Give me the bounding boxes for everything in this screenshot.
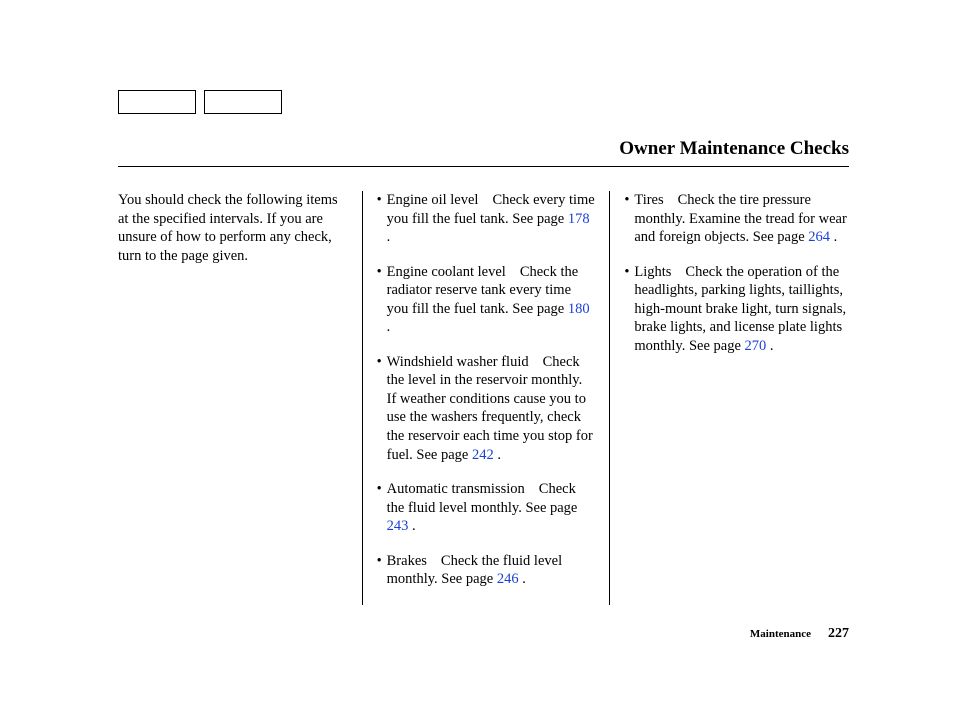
item-label: Brakes	[387, 553, 427, 569]
page-link[interactable]: 180	[568, 301, 590, 317]
column-2: Engine oil levelCheck every time you fil…	[362, 191, 611, 605]
checklist-col2: Engine oil levelCheck every time you fil…	[377, 191, 596, 589]
content-columns: You should check the following items at …	[118, 191, 849, 605]
page-link[interactable]: 178	[568, 211, 590, 227]
nav-box-next[interactable]	[204, 90, 282, 114]
footer-page-number: 227	[828, 626, 849, 641]
list-item: LightsCheck the operation of the headlig…	[624, 263, 849, 356]
page-link[interactable]: 264	[808, 229, 830, 245]
item-label: Engine coolant level	[387, 264, 506, 280]
page-title: Owner Maintenance Checks	[118, 138, 849, 160]
item-text-end: .	[387, 229, 391, 245]
column-3: TiresCheck the tire pressure monthly. Ex…	[610, 191, 849, 605]
item-text-end: .	[766, 338, 773, 354]
list-item: Automatic transmissionCheck the fluid le…	[377, 480, 596, 536]
page-link[interactable]: 246	[497, 571, 519, 587]
item-label: Windshield washer fluid	[387, 354, 529, 370]
nav-boxes	[118, 90, 849, 114]
item-text-end: .	[494, 447, 501, 463]
page-footer: Maintenance 227	[750, 626, 849, 642]
footer-section-label: Maintenance	[750, 628, 811, 640]
intro-text: You should check the following items at …	[118, 191, 348, 265]
item-label: Automatic transmission	[387, 481, 525, 497]
item-text-end: .	[387, 319, 391, 335]
list-item: Engine coolant levelCheck the radiator r…	[377, 263, 596, 337]
list-item: Engine oil levelCheck every time you fil…	[377, 191, 596, 247]
item-label: Engine oil level	[387, 192, 479, 208]
checklist-col3: TiresCheck the tire pressure monthly. Ex…	[624, 191, 849, 355]
column-1: You should check the following items at …	[118, 191, 362, 605]
nav-box-prev[interactable]	[118, 90, 196, 114]
item-label: Tires	[634, 192, 663, 208]
item-text-end: .	[408, 518, 415, 534]
title-row: Owner Maintenance Checks	[118, 138, 849, 167]
list-item: Windshield washer fluidCheck the level i…	[377, 353, 596, 464]
page-link[interactable]: 270	[745, 338, 767, 354]
page-link[interactable]: 242	[472, 447, 494, 463]
list-item: TiresCheck the tire pressure monthly. Ex…	[624, 191, 849, 247]
page-link[interactable]: 243	[387, 518, 409, 534]
item-label: Lights	[634, 264, 671, 280]
item-text-end: .	[519, 571, 526, 587]
item-text-end: .	[830, 229, 837, 245]
list-item: BrakesCheck the fluid level monthly. See…	[377, 552, 596, 589]
